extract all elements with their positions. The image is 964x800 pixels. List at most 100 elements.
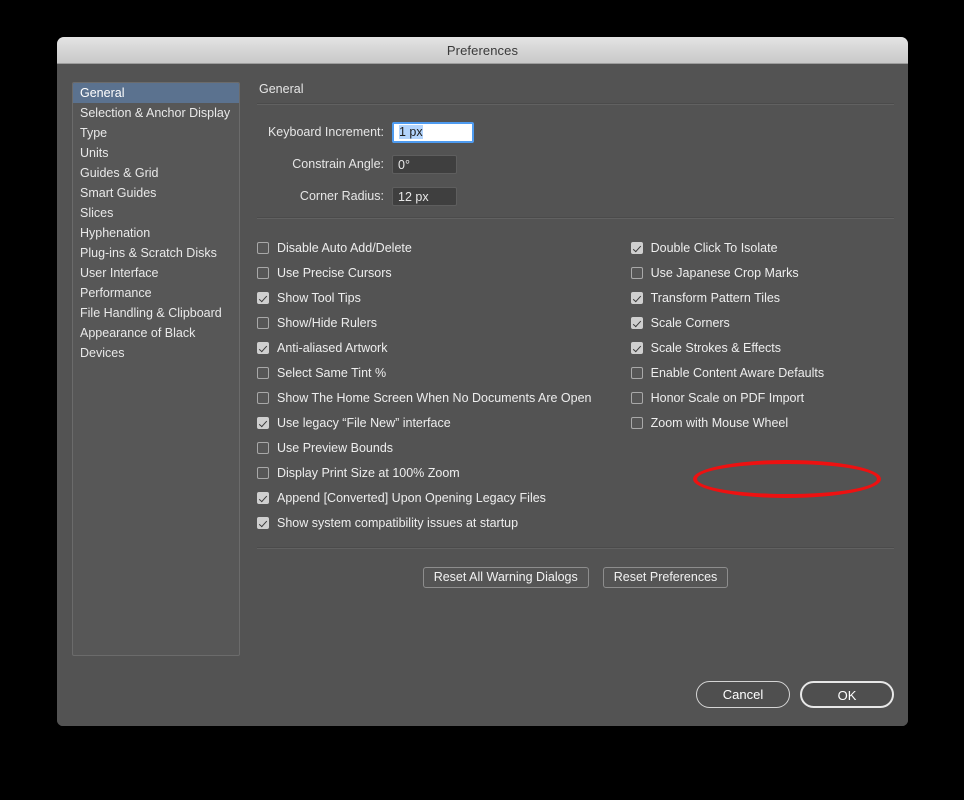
checkbox-row[interactable]: Use legacy “File New” interface (257, 410, 631, 435)
sidebar-item-performance[interactable]: Performance (73, 283, 239, 303)
checkbox-unchecked-icon[interactable] (257, 317, 269, 329)
sidebar-item-user-interface[interactable]: User Interface (73, 263, 239, 283)
preferences-window: Preferences GeneralSelection & Anchor Di… (57, 37, 908, 726)
sidebar-item-guides-grid[interactable]: Guides & Grid (73, 163, 239, 183)
checkbox-row[interactable]: Double Click To Isolate (631, 235, 894, 260)
window-title: Preferences (447, 43, 518, 58)
field-label: Keyboard Increment: (257, 125, 392, 139)
checkbox-label: Scale Strokes & Effects (651, 341, 781, 355)
checkbox-checked-icon[interactable] (257, 342, 269, 354)
checkbox-label: Use Precise Cursors (277, 266, 392, 280)
checkbox-label: Use Preview Bounds (277, 441, 393, 455)
window-body: GeneralSelection & Anchor DisplayTypeUni… (57, 64, 908, 726)
sidebar-item-smart-guides[interactable]: Smart Guides (73, 183, 239, 203)
section-divider-middle (257, 217, 894, 219)
checkbox-unchecked-icon[interactable] (631, 392, 643, 404)
sidebar-item-plug-ins-scratch-disks[interactable]: Plug-ins & Scratch Disks (73, 243, 239, 263)
window-titlebar: Preferences (57, 37, 908, 64)
checkbox-row[interactable]: Show system compatibility issues at star… (257, 510, 631, 535)
checkbox-label: Append [Converted] Upon Opening Legacy F… (277, 491, 546, 505)
reset-preferences-button[interactable]: Reset Preferences (603, 567, 729, 588)
field-label: Constrain Angle: (257, 157, 392, 171)
checkbox-row[interactable]: Use Japanese Crop Marks (631, 260, 894, 285)
keyboard-increment-input[interactable]: 1 px (392, 122, 474, 143)
checkbox-unchecked-icon[interactable] (257, 267, 269, 279)
checkbox-row[interactable]: Use Precise Cursors (257, 260, 631, 285)
checkbox-row[interactable]: Show/Hide Rulers (257, 310, 631, 335)
section-divider-bottom (257, 547, 894, 549)
checkbox-label: Transform Pattern Tiles (651, 291, 780, 305)
checkbox-label: Show The Home Screen When No Documents A… (277, 391, 592, 405)
checkbox-unchecked-icon[interactable] (257, 442, 269, 454)
checkbox-label: Double Click To Isolate (651, 241, 778, 255)
checkbox-unchecked-icon[interactable] (257, 392, 269, 404)
checkbox-checked-icon[interactable] (631, 342, 643, 354)
checkbox-row[interactable]: Enable Content Aware Defaults (631, 360, 894, 385)
sidebar-item-type[interactable]: Type (73, 123, 239, 143)
checkbox-row[interactable]: Anti-aliased Artwork (257, 335, 631, 360)
sidebar-item-devices[interactable]: Devices (73, 343, 239, 363)
checkbox-unchecked-icon[interactable] (631, 367, 643, 379)
checkbox-label: Use legacy “File New” interface (277, 416, 451, 430)
checkbox-checked-icon[interactable] (631, 317, 643, 329)
preferences-category-list[interactable]: GeneralSelection & Anchor DisplayTypeUni… (72, 82, 240, 656)
checkbox-unchecked-icon[interactable] (257, 367, 269, 379)
checkbox-checked-icon[interactable] (631, 292, 643, 304)
sidebar-item-general[interactable]: General (73, 83, 239, 103)
sidebar-item-selection-anchor-display[interactable]: Selection & Anchor Display (73, 103, 239, 123)
checkbox-checked-icon[interactable] (631, 242, 643, 254)
checkbox-unchecked-icon[interactable] (257, 467, 269, 479)
checkbox-row[interactable]: Show The Home Screen When No Documents A… (257, 385, 631, 410)
field-row: Corner Radius:12 px (257, 185, 894, 207)
sidebar-item-units[interactable]: Units (73, 143, 239, 163)
field-row: Keyboard Increment: 1 px (257, 121, 894, 143)
checkbox-label: Honor Scale on PDF Import (651, 391, 805, 405)
checkbox-label: Anti-aliased Artwork (277, 341, 387, 355)
sidebar-item-file-handling-clipboard[interactable]: File Handling & Clipboard (73, 303, 239, 323)
checkbox-row[interactable]: Scale Strokes & Effects (631, 335, 894, 360)
options-column-left: Disable Auto Add/Delete Use Precise Curso… (257, 235, 631, 535)
checkbox-label: Select Same Tint % (277, 366, 386, 380)
field-label: Corner Radius: (257, 189, 392, 203)
checkbox-row[interactable]: Use Preview Bounds (257, 435, 631, 460)
checkbox-unchecked-icon[interactable] (631, 417, 643, 429)
checkbox-label: Disable Auto Add/Delete (277, 241, 412, 255)
checkbox-label: Display Print Size at 100% Zoom (277, 466, 460, 480)
sidebar-item-appearance-of-black[interactable]: Appearance of Black (73, 323, 239, 343)
checkbox-label: Show system compatibility issues at star… (277, 516, 518, 530)
sidebar-item-hyphenation[interactable]: Hyphenation (73, 223, 239, 243)
checkbox-row[interactable]: Disable Auto Add/Delete (257, 235, 631, 260)
cancel-button[interactable]: Cancel (696, 681, 790, 708)
reset-buttons-row: Reset All Warning Dialogs Reset Preferenc… (257, 567, 894, 588)
checkbox-row[interactable]: Zoom with Mouse Wheel (631, 410, 894, 435)
checkbox-unchecked-icon[interactable] (257, 242, 269, 254)
checkbox-unchecked-icon[interactable] (631, 267, 643, 279)
numeric-fields-group: Keyboard Increment: 1 px Constrain Angle:0… (257, 121, 894, 207)
screen-background: Preferences GeneralSelection & Anchor Di… (0, 0, 964, 800)
numeric-input[interactable]: 0° (392, 155, 457, 174)
checkbox-checked-icon[interactable] (257, 517, 269, 529)
checkbox-checked-icon[interactable] (257, 292, 269, 304)
reset-all-warning-dialogs-button[interactable]: Reset All Warning Dialogs (423, 567, 589, 588)
checkbox-row[interactable]: Append [Converted] Upon Opening Legacy F… (257, 485, 631, 510)
checkbox-row[interactable]: Honor Scale on PDF Import (631, 385, 894, 410)
checkbox-row[interactable]: Display Print Size at 100% Zoom (257, 460, 631, 485)
checkbox-label: Scale Corners (651, 316, 730, 330)
field-row: Constrain Angle:0° (257, 153, 894, 175)
sidebar-item-slices[interactable]: Slices (73, 203, 239, 223)
checkbox-label: Use Japanese Crop Marks (651, 266, 799, 280)
checkbox-label: Enable Content Aware Defaults (651, 366, 825, 380)
checkbox-checked-icon[interactable] (257, 417, 269, 429)
checkbox-checked-icon[interactable] (257, 492, 269, 504)
selected-text: 1 px (399, 125, 423, 139)
checkbox-row[interactable]: Select Same Tint % (257, 360, 631, 385)
checkbox-row[interactable]: Scale Corners (631, 310, 894, 335)
ok-button[interactable]: OK (800, 681, 894, 708)
checkbox-label: Show Tool Tips (277, 291, 361, 305)
options-grid: Disable Auto Add/Delete Use Precise Curso… (257, 235, 894, 535)
dialog-footer-buttons: Cancel OK (696, 681, 894, 708)
checkbox-row[interactable]: Transform Pattern Tiles (631, 285, 894, 310)
numeric-input[interactable]: 12 px (392, 187, 457, 206)
page-title: General (259, 82, 894, 96)
checkbox-row[interactable]: Show Tool Tips (257, 285, 631, 310)
